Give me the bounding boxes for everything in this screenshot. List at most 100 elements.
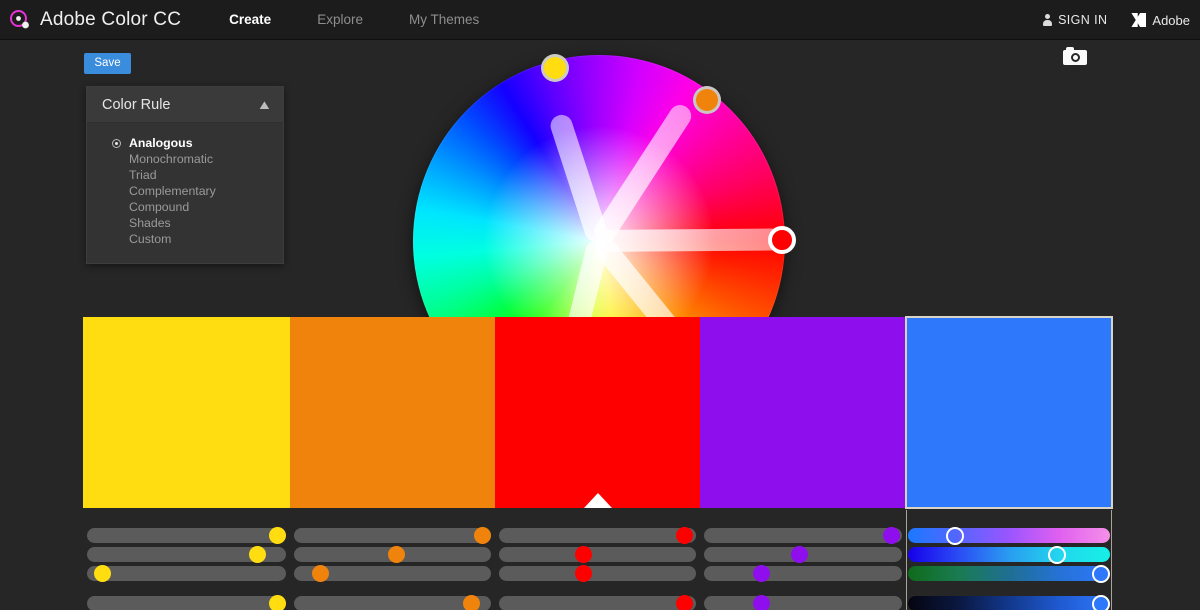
chevron-up-icon[interactable]: ▲	[257, 98, 273, 111]
slider-row-alpha-track[interactable]	[499, 596, 696, 610]
color-rule-option-label: Shades	[129, 216, 171, 230]
color-rule-header[interactable]: Color Rule ▲	[87, 87, 283, 123]
swatch-orange[interactable]	[290, 317, 495, 508]
selected-column-divider-right	[1111, 510, 1112, 610]
swatch-blue[interactable]	[906, 317, 1112, 508]
slider-row-alpha-track[interactable]	[704, 596, 902, 610]
slider-row-alpha-knob[interactable]	[753, 595, 770, 610]
color-rule-options: Analogous Monochromatic Triad Complementary…	[87, 123, 283, 247]
slider-row-saturation-track[interactable]	[499, 547, 696, 562]
slider-row-brightness-knob[interactable]	[575, 565, 592, 582]
slider-row-alpha-knob[interactable]	[676, 595, 693, 610]
slider-row-brightness-knob[interactable]	[94, 565, 111, 582]
brand-title: Adobe Color CC	[40, 9, 181, 31]
slider-row-brightness-track[interactable]	[87, 566, 286, 581]
color-rule-option-label: Analogous	[129, 136, 193, 150]
color-rule-option-label: Monochromatic	[129, 152, 213, 166]
sign-in-label: SIGN IN	[1058, 13, 1107, 27]
color-rule-option-label: Complementary	[129, 184, 216, 198]
slider-row-saturation-track[interactable]	[908, 547, 1110, 562]
slider-row-brightness-track[interactable]	[704, 566, 902, 581]
handle-red[interactable]	[768, 226, 796, 254]
adobe-label: Adobe	[1152, 13, 1190, 28]
radio-icon	[112, 171, 121, 180]
selected-column-divider-left	[906, 510, 907, 610]
top-right-actions: SIGN IN Adobe	[1043, 0, 1190, 40]
radio-icon	[112, 155, 121, 164]
slider-row-hue-track[interactable]	[908, 528, 1110, 543]
color-rule-option-analogous[interactable]: Analogous	[87, 135, 283, 151]
color-sliders	[83, 515, 1112, 610]
handle-orange[interactable]	[693, 86, 721, 114]
color-cc-app: Adobe Color CC Create Explore My Themes …	[0, 0, 1200, 610]
slider-row-saturation-track[interactable]	[87, 547, 286, 562]
handle-yellow[interactable]	[541, 54, 569, 82]
slider-row-alpha-knob[interactable]	[463, 595, 480, 610]
slider-row-saturation-knob[interactable]	[388, 546, 405, 563]
color-rule-option-shades[interactable]: Shades	[87, 215, 283, 231]
base-color-indicator	[584, 493, 612, 508]
nav-my-themes[interactable]: My Themes	[409, 12, 479, 27]
main-nav: Create Explore My Themes	[229, 12, 525, 27]
slider-col-orange	[290, 515, 495, 610]
palette-swatches	[83, 317, 1112, 508]
slider-row-hue-track[interactable]	[499, 528, 696, 543]
brand[interactable]: Adobe Color CC	[9, 9, 181, 31]
swatch-purple[interactable]	[700, 317, 906, 508]
color-rule-option-label: Compound	[129, 200, 189, 214]
adobe-logo-icon	[1131, 13, 1146, 27]
adobe-link[interactable]: Adobe	[1131, 13, 1190, 28]
slider-row-brightness-track[interactable]	[294, 566, 491, 581]
person-icon	[1043, 14, 1052, 26]
top-navigation-bar: Adobe Color CC Create Explore My Themes …	[0, 0, 1200, 40]
color-rule-option-complementary[interactable]: Complementary	[87, 183, 283, 199]
radio-icon	[112, 203, 121, 212]
slider-row-alpha-track[interactable]	[294, 596, 491, 610]
slider-row-saturation-track[interactable]	[294, 547, 491, 562]
slider-row-brightness-track[interactable]	[499, 566, 696, 581]
slider-row-hue-knob[interactable]	[269, 527, 286, 544]
slider-row-brightness-knob[interactable]	[753, 565, 770, 582]
swatch-yellow[interactable]	[83, 317, 290, 508]
color-rule-option-compound[interactable]: Compound	[87, 199, 283, 215]
slider-row-saturation-knob[interactable]	[791, 546, 808, 563]
color-rule-option-triad[interactable]: Triad	[87, 167, 283, 183]
slider-row-hue-track[interactable]	[294, 528, 491, 543]
slider-row-alpha-knob[interactable]	[269, 595, 286, 610]
radio-icon	[112, 139, 121, 148]
slider-row-brightness-knob[interactable]	[1092, 565, 1110, 583]
slider-row-alpha-track[interactable]	[908, 596, 1110, 610]
slider-col-yellow	[83, 515, 290, 610]
radio-icon	[112, 235, 121, 244]
swatch-red[interactable]	[495, 317, 700, 508]
color-rule-option-monochromatic[interactable]: Monochromatic	[87, 151, 283, 167]
slider-row-hue-knob[interactable]	[946, 527, 964, 545]
slider-row-hue-knob[interactable]	[676, 527, 693, 544]
color-rule-option-label: Triad	[129, 168, 157, 182]
slider-row-brightness-track[interactable]	[908, 566, 1110, 581]
color-rule-option-custom[interactable]: Custom	[87, 231, 283, 247]
save-button[interactable]: Save	[84, 53, 131, 74]
slider-row-alpha-knob[interactable]	[1092, 595, 1110, 610]
slider-row-hue-knob[interactable]	[883, 527, 900, 544]
color-rule-panel: Color Rule ▲ Analogous Monochromatic Triad…	[86, 86, 284, 264]
nav-create[interactable]: Create	[229, 12, 271, 27]
camera-icon[interactable]	[1063, 47, 1087, 65]
slider-row-hue-knob[interactable]	[474, 527, 491, 544]
nav-explore[interactable]: Explore	[317, 12, 363, 27]
slider-row-saturation-knob[interactable]	[1048, 546, 1066, 564]
slider-row-saturation-knob[interactable]	[575, 546, 592, 563]
slider-row-alpha-track[interactable]	[87, 596, 286, 610]
sign-in-button[interactable]: SIGN IN	[1043, 13, 1107, 27]
slider-row-saturation-knob[interactable]	[249, 546, 266, 563]
adobe-color-logo-icon	[9, 9, 31, 31]
slider-row-saturation-track[interactable]	[704, 547, 902, 562]
slider-col-red	[495, 515, 700, 610]
slider-row-brightness-knob[interactable]	[312, 565, 329, 582]
color-rule-title: Color Rule	[102, 97, 171, 113]
slider-row-hue-track[interactable]	[87, 528, 286, 543]
slider-row-hue-track[interactable]	[704, 528, 902, 543]
color-rule-option-label: Custom	[129, 232, 171, 246]
radio-icon	[112, 187, 121, 196]
slider-col-purple	[700, 515, 906, 610]
